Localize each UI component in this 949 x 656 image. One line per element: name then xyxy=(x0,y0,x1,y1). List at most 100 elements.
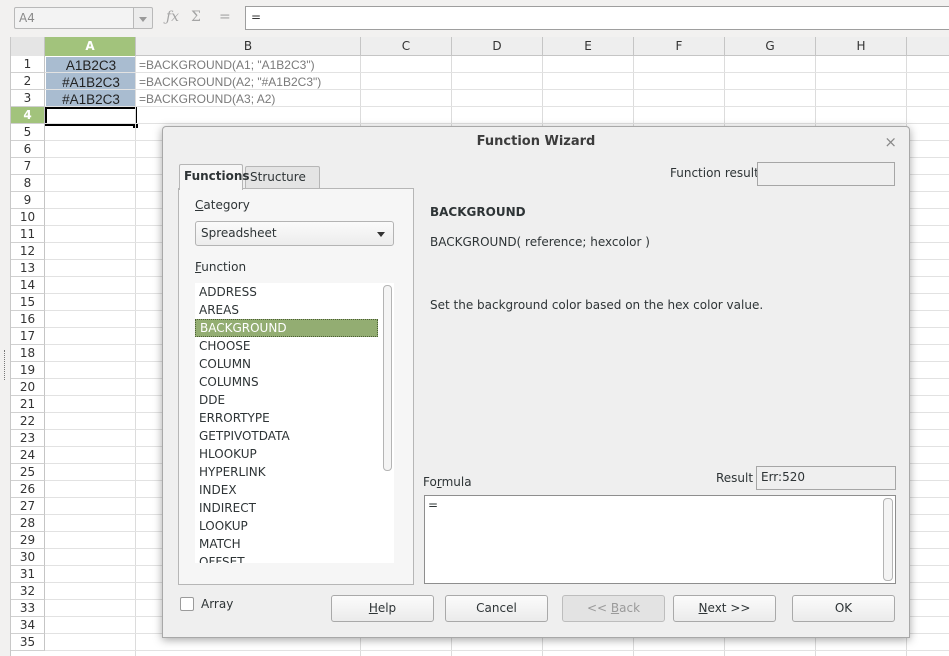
name-box[interactable]: A4 xyxy=(14,7,134,29)
function-wizard-icon[interactable]: ƒx xyxy=(166,9,179,25)
row-header-5[interactable]: 5 xyxy=(11,124,45,141)
row-header-7[interactable]: 7 xyxy=(11,158,45,175)
column-header-h[interactable]: H xyxy=(816,37,907,56)
function-list-item[interactable]: ERRORTYPE xyxy=(195,409,378,427)
tab-structure[interactable]: Structure xyxy=(245,166,320,188)
function-list-item[interactable]: MATCH xyxy=(195,535,378,553)
formula-label-rest: mula xyxy=(441,475,472,489)
function-list[interactable]: ADDRESS AREAS BACKGROUND CHOOSE COLUMN COLUMN… xyxy=(195,283,394,563)
row-header-19[interactable]: 19 xyxy=(11,362,45,379)
column-header-e[interactable]: E xyxy=(543,37,634,56)
result-field: Err:520 xyxy=(756,466,896,490)
formula-bar: A4 ƒx Σ = = xyxy=(0,0,949,37)
row-header-2[interactable]: 2 xyxy=(11,73,45,90)
formula-textarea[interactable]: = xyxy=(424,495,896,584)
function-list-item[interactable]: HLOOKUP xyxy=(195,445,378,463)
function-list-item[interactable]: CHOOSE xyxy=(195,337,378,355)
sum-icon[interactable]: Σ xyxy=(191,9,201,25)
next-mnemonic: N xyxy=(698,601,708,615)
array-label[interactable]: Array xyxy=(201,597,233,611)
formula-input[interactable]: = xyxy=(245,6,949,30)
row-header-16[interactable]: 16 xyxy=(11,311,45,328)
function-list-scrollbar[interactable] xyxy=(383,285,392,561)
formula-label-start: Fo xyxy=(423,475,437,489)
help-button[interactable]: Help xyxy=(331,595,434,622)
row-header-14[interactable]: 14 xyxy=(11,277,45,294)
row-header-22[interactable]: 22 xyxy=(11,413,45,430)
function-list-item[interactable]: DDE xyxy=(195,391,378,409)
close-icon[interactable]: × xyxy=(884,133,897,151)
function-result-label: Function result xyxy=(670,166,759,180)
array-checkbox[interactable] xyxy=(180,597,194,611)
row-header-26[interactable]: 26 xyxy=(11,481,45,498)
row-header-35[interactable]: 35 xyxy=(11,634,45,651)
select-all-corner[interactable] xyxy=(11,37,45,56)
category-select[interactable]: Spreadsheet xyxy=(195,221,394,246)
column-header-b[interactable]: B xyxy=(136,37,361,56)
column-header-a[interactable]: A xyxy=(45,37,136,56)
function-list-item[interactable]: LOOKUP xyxy=(195,517,378,535)
function-list-item[interactable]: AREAS xyxy=(195,301,378,319)
row-header-4[interactable]: 4 xyxy=(11,107,45,124)
row-header-32[interactable]: 32 xyxy=(11,583,45,600)
row-header-12[interactable]: 12 xyxy=(11,243,45,260)
back-button[interactable]: << Back xyxy=(562,595,665,622)
row-header-6[interactable]: 6 xyxy=(11,141,45,158)
function-list-item[interactable]: INDEX xyxy=(195,481,378,499)
row-header-34[interactable]: 34 xyxy=(11,617,45,634)
dialog-title: Function Wizard xyxy=(476,134,596,149)
function-list-item[interactable]: INDIRECT xyxy=(195,499,378,517)
column-headers: ABCDEFGH xyxy=(11,37,949,56)
equals-icon[interactable]: = xyxy=(219,9,231,25)
formula-scrollbar[interactable] xyxy=(883,498,893,581)
row-header-9[interactable]: 9 xyxy=(11,192,45,209)
row-header-28[interactable]: 28 xyxy=(11,515,45,532)
row-header-21[interactable]: 21 xyxy=(11,396,45,413)
function-list-item[interactable]: COLUMN xyxy=(195,355,378,373)
row-header-24[interactable]: 24 xyxy=(11,447,45,464)
row-header-10[interactable]: 10 xyxy=(11,209,45,226)
row-header-1[interactable]: 1 xyxy=(11,56,45,73)
function-list-item[interactable]: COLUMNS xyxy=(195,373,378,391)
row-header-11[interactable]: 11 xyxy=(11,226,45,243)
scrollbar-thumb[interactable] xyxy=(383,285,392,471)
row-header-3[interactable]: 3 xyxy=(11,90,45,107)
function-list-item[interactable]: OFFSET xyxy=(195,553,378,563)
row-header-18[interactable]: 18 xyxy=(11,345,45,362)
row-header-33[interactable]: 33 xyxy=(11,600,45,617)
ok-button[interactable]: OK xyxy=(792,595,895,622)
sidebar-grip[interactable] xyxy=(4,350,8,380)
cancel-button[interactable]: Cancel xyxy=(445,595,548,622)
row-header-20[interactable]: 20 xyxy=(11,379,45,396)
row-header-30[interactable]: 30 xyxy=(11,549,45,566)
column-header-g[interactable]: G xyxy=(725,37,816,56)
category-label: Category xyxy=(195,198,250,212)
name-box-dropdown-button[interactable] xyxy=(134,7,153,29)
result-label: Result xyxy=(716,471,754,485)
column-header-f[interactable]: F xyxy=(634,37,725,56)
row-header-13[interactable]: 13 xyxy=(11,260,45,277)
row-header-17[interactable]: 17 xyxy=(11,328,45,345)
function-list-item[interactable]: GETPIVOTDATA xyxy=(195,427,378,445)
row-header-25[interactable]: 25 xyxy=(11,464,45,481)
function-items: ADDRESS AREAS BACKGROUND CHOOSE COLUMN COLUMN… xyxy=(195,283,394,563)
next-button[interactable]: Next >> xyxy=(673,595,776,622)
function-list-item[interactable]: HYPERLINK xyxy=(195,463,378,481)
function-list-item[interactable]: BACKGROUND xyxy=(195,319,378,337)
row-header-8[interactable]: 8 xyxy=(11,175,45,192)
row-header-29[interactable]: 29 xyxy=(11,532,45,549)
column-header-c[interactable]: C xyxy=(361,37,452,56)
row-header-15[interactable]: 15 xyxy=(11,294,45,311)
function-list-item[interactable]: ADDRESS xyxy=(195,283,378,301)
row-header-23[interactable]: 23 xyxy=(11,430,45,447)
gridline-horizontal xyxy=(45,123,949,124)
functions-panel: Category Spreadsheet Function ADDRESS ARE… xyxy=(178,188,414,585)
back-mnemonic: B xyxy=(610,601,620,615)
row-header-31[interactable]: 31 xyxy=(11,566,45,583)
category-label-rest: ategory xyxy=(203,198,250,212)
chevron-down-icon xyxy=(377,232,385,237)
tab-functions[interactable]: Functions xyxy=(179,164,250,190)
row-header-27[interactable]: 27 xyxy=(11,498,45,515)
gridline-vertical xyxy=(135,56,136,656)
column-header-d[interactable]: D xyxy=(452,37,543,56)
